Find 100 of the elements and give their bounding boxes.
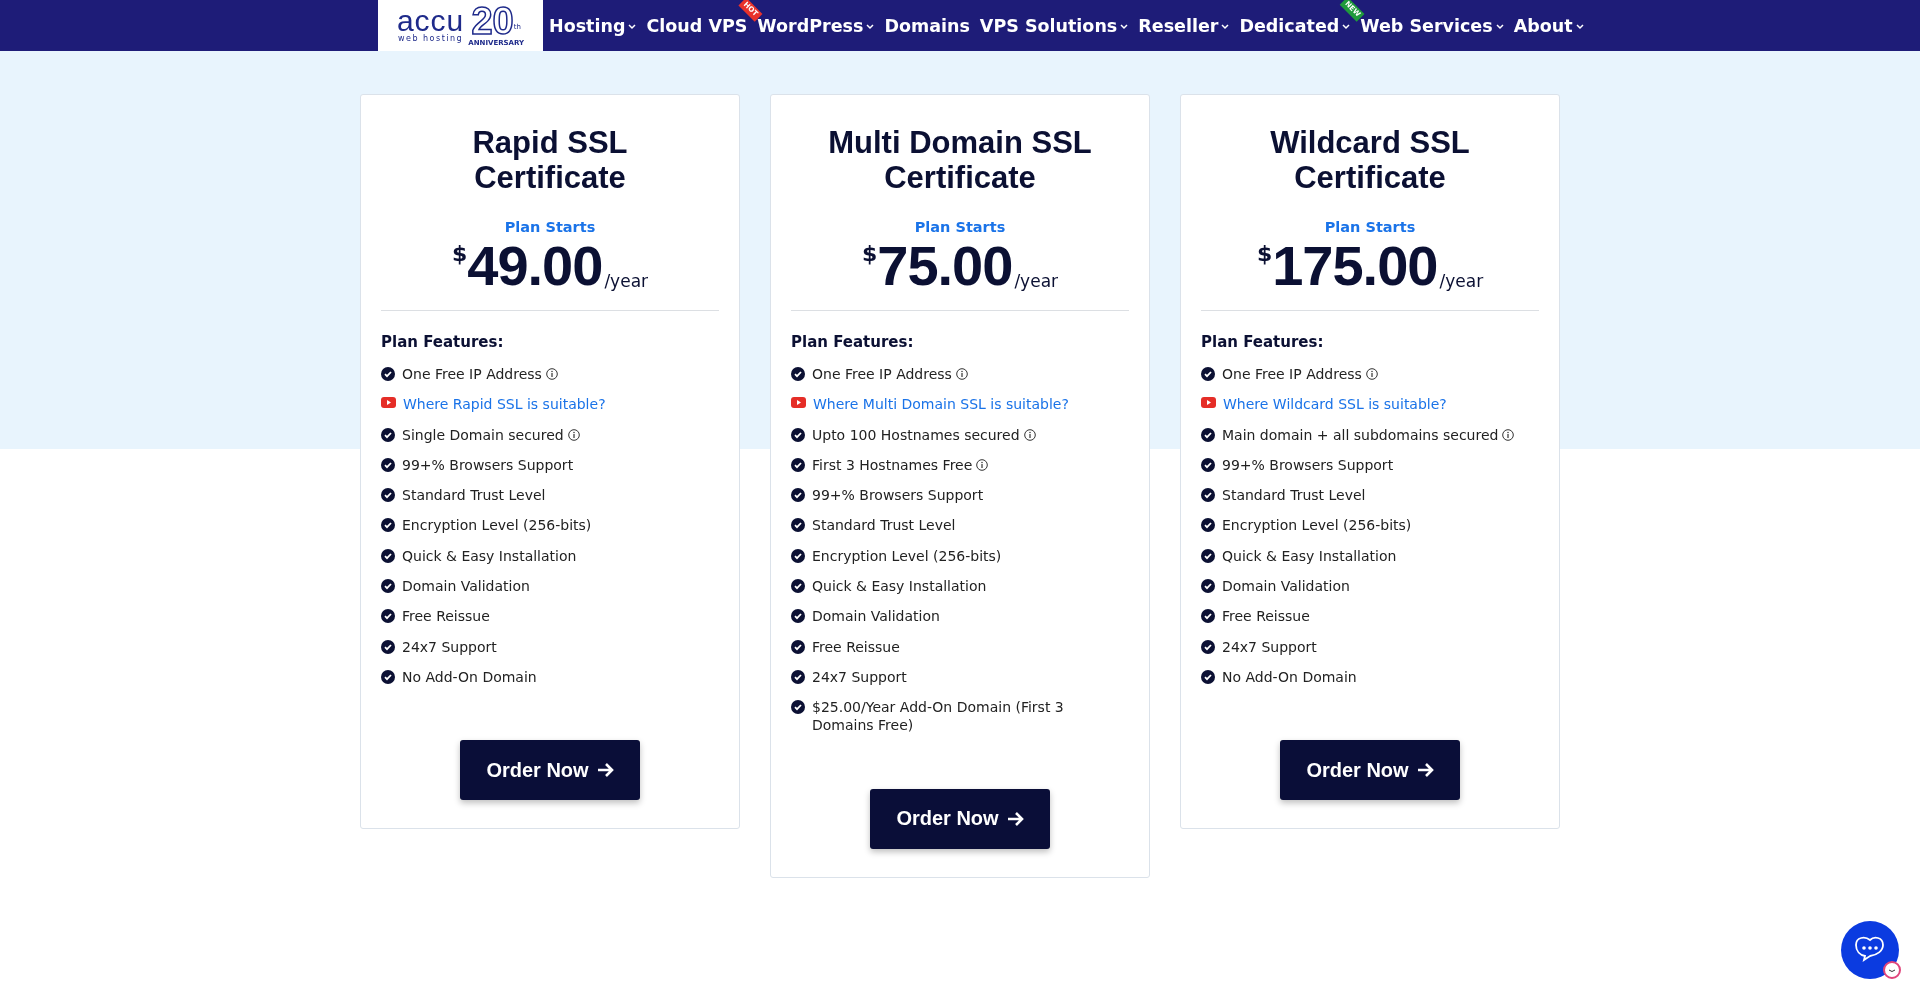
check-circle-icon <box>1201 488 1215 503</box>
feature-text: Domain Validation <box>402 577 530 596</box>
info-icon[interactable] <box>955 368 968 380</box>
nav-link[interactable]: Reseller <box>1138 0 1230 51</box>
price-period: /year <box>1014 271 1059 291</box>
nav-link[interactable]: About <box>1513 0 1584 51</box>
check-circle-icon <box>1201 548 1215 563</box>
feature-text: Encryption Level (256-bits) <box>402 516 592 535</box>
feature-text: Quick & Easy Installation <box>812 577 987 596</box>
video-link[interactable]: Where Wildcard SSL is suitable? <box>1223 395 1447 414</box>
check-circle-icon <box>381 669 395 684</box>
plan-starts-label: Plan Starts <box>504 219 596 235</box>
check-circle-icon <box>381 639 395 654</box>
feature-text: First 3 Hostnames Free <box>812 455 973 474</box>
currency-symbol: $ <box>861 241 878 266</box>
info-icon[interactable] <box>567 428 580 441</box>
order-now-button[interactable]: Order Now <box>460 740 640 801</box>
video-link[interactable]: Where Rapid SSL is suitable? <box>403 395 606 414</box>
info-icon[interactable] <box>976 458 989 471</box>
check-circle-icon <box>1201 457 1215 472</box>
features-heading: Plan Features: <box>791 333 914 351</box>
check-circle-icon <box>791 488 805 503</box>
feature-text: One Free IP Address <box>812 365 952 383</box>
chat-widget-icon[interactable] <box>1840 920 1902 982</box>
feature-text: Free Reissue <box>402 607 490 626</box>
features-heading: Plan Features: <box>1201 333 1324 351</box>
feature-text: One Free IP Address <box>402 365 542 383</box>
logo-text: accu <box>396 7 465 34</box>
feature-text: Encryption Level (256-bits) <box>812 546 1002 565</box>
video-play-icon <box>791 397 806 409</box>
features-heading: Plan Features: <box>381 333 504 351</box>
feature-text: Quick & Easy Installation <box>402 546 577 565</box>
feature-text: No Add-On Domain <box>402 667 537 686</box>
feature-text: Single Domain secured <box>402 425 564 444</box>
info-icon[interactable] <box>1023 428 1036 441</box>
logo-number: 20 <box>471 3 514 39</box>
check-circle-icon <box>381 518 395 533</box>
check-circle-icon <box>791 639 805 654</box>
info-icon[interactable] <box>545 368 558 380</box>
plan-title: Wildcard SSL Certificate <box>1269 125 1471 195</box>
check-circle-icon <box>1201 518 1215 533</box>
video-link[interactable]: Where Multi Domain SSL is suitable? <box>813 395 1069 414</box>
check-circle-icon <box>381 457 395 472</box>
check-circle-icon <box>791 609 805 624</box>
plan-title: Multi Domain SSL Certificate <box>827 125 1093 195</box>
check-circle-icon <box>791 579 805 594</box>
currency-symbol: $ <box>451 241 468 266</box>
feature-text: No Add-On Domain <box>1222 667 1357 686</box>
price-amount: 75.00 <box>877 237 1013 295</box>
feature-text: Main domain + all subdomains secured <box>1222 425 1499 444</box>
check-circle-icon <box>1201 427 1215 442</box>
order-now-button[interactable]: Order Now <box>870 788 1050 849</box>
video-play-icon <box>381 397 396 409</box>
feature-text: Free Reissue <box>812 637 900 656</box>
video-play-icon <box>1201 397 1216 409</box>
feature-text: One Free IP Address <box>1222 365 1362 383</box>
feature-text: 24x7 Support <box>812 667 907 686</box>
check-circle-icon <box>791 518 805 533</box>
check-circle-icon <box>381 579 395 594</box>
plan-starts-label: Plan Starts <box>1324 219 1416 235</box>
check-circle-icon <box>1201 579 1215 594</box>
arrow-right-icon <box>596 762 614 779</box>
currency-symbol: $ <box>1256 241 1273 266</box>
feature-text: Domain Validation <box>812 607 940 626</box>
order-now-button[interactable]: Order Now <box>1280 740 1460 801</box>
check-circle-icon <box>381 367 395 381</box>
logo-tagline: web hosting <box>397 33 464 44</box>
feature-text: Quick & Easy Installation <box>1222 546 1397 565</box>
info-icon[interactable] <box>1365 368 1378 380</box>
check-circle-icon <box>791 669 805 684</box>
check-circle-icon <box>381 609 395 624</box>
check-circle-icon <box>1201 609 1215 624</box>
info-icon[interactable] <box>1502 428 1515 441</box>
check-circle-icon <box>381 427 395 442</box>
price-period: /year <box>1439 271 1484 291</box>
feature-text: Standard Trust Level <box>1222 486 1366 505</box>
plan-title: Rapid SSL Certificate <box>471 125 629 195</box>
arrow-right-icon <box>1006 810 1024 827</box>
feature-text: 24x7 Support <box>402 637 497 656</box>
price-amount: 175.00 <box>1272 237 1438 295</box>
plan-starts-label: Plan Starts <box>914 219 1006 235</box>
feature-text: 24x7 Support <box>1222 637 1317 656</box>
feature-text: Upto 100 Hostnames secured <box>812 425 1020 444</box>
nav-link[interactable]: VPS Solutions <box>979 0 1129 51</box>
feature-text: Free Reissue <box>1222 607 1310 626</box>
feature-text: $25.00/Year Add-On Domain (First 3 Domains Free) <box>812 698 1065 735</box>
nav-link[interactable]: Hosting <box>549 0 637 51</box>
check-circle-icon <box>381 488 395 503</box>
feature-text: Standard Trust Level <box>402 486 546 505</box>
feature-text: 99+% Browsers Support <box>402 455 574 474</box>
feature-text: Domain Validation <box>1222 577 1350 596</box>
feature-text: 99+% Browsers Support <box>812 486 984 505</box>
check-circle-icon <box>1201 639 1215 654</box>
nav-link[interactable]: Domains <box>884 0 970 51</box>
feature-text: Encryption Level (256-bits) <box>1222 516 1412 535</box>
check-circle-icon <box>791 427 805 442</box>
feature-text: 99+% Browsers Support <box>1222 455 1394 474</box>
check-circle-icon <box>1201 367 1215 381</box>
check-circle-icon <box>791 367 805 381</box>
check-circle-icon <box>791 457 805 472</box>
